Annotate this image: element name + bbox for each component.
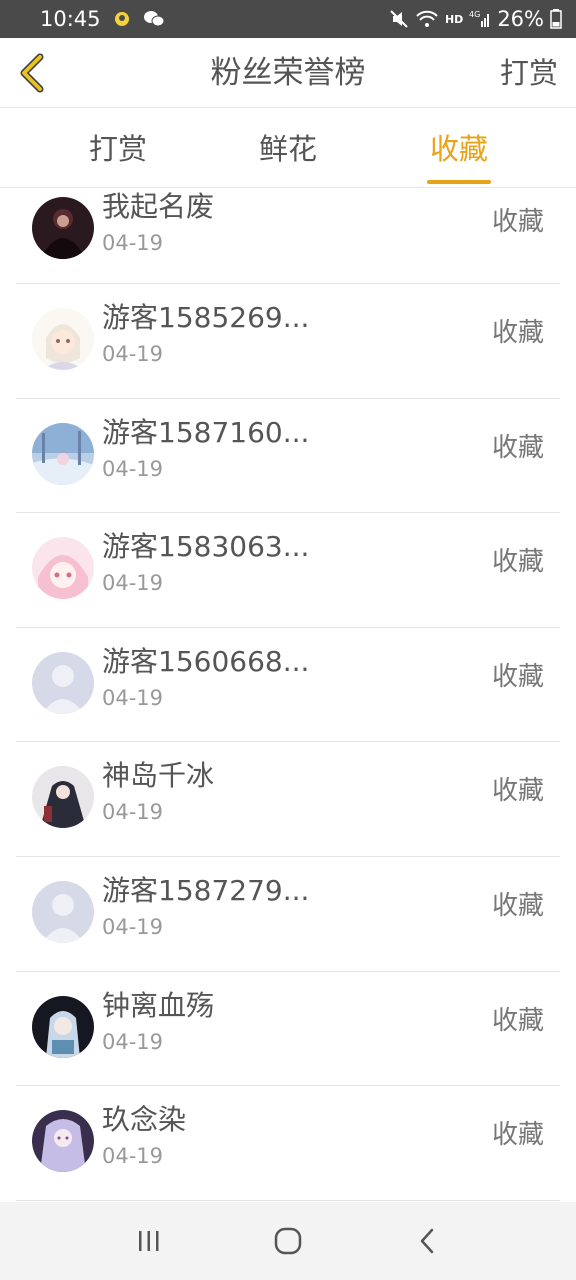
- avatar: [32, 651, 94, 714]
- action-label: 收藏: [491, 1005, 544, 1036]
- list-item[interactable]: 我起名废 04-19 收藏: [16, 188, 560, 284]
- user-name: 我起名废: [102, 190, 215, 223]
- action-label: 收藏: [491, 432, 544, 463]
- list-item[interactable]: 钟离血殇 04-19 收藏: [16, 972, 560, 1087]
- tab-label: 鲜花: [258, 132, 317, 166]
- list-item[interactable]: 游客1583063... 04-19 收藏: [16, 513, 560, 628]
- avatar: [32, 766, 94, 829]
- user-name: 游客1583063...: [102, 530, 310, 564]
- avatar: [32, 1110, 94, 1173]
- app-header: 粉丝荣誉榜 打赏: [0, 38, 576, 108]
- system-back-button[interactable]: [397, 1211, 457, 1271]
- mute-icon: [389, 9, 409, 29]
- action-label: 收藏: [491, 547, 544, 578]
- notification-app-icon: [113, 10, 131, 28]
- list-item[interactable]: 游客1585269... 04-19 收藏: [16, 284, 560, 399]
- tab-reward[interactable]: 打赏: [63, 108, 173, 188]
- action-label: 收藏: [491, 776, 544, 807]
- home-button[interactable]: [258, 1211, 318, 1271]
- user-date: 04-19: [102, 571, 164, 596]
- user-date: 04-19: [102, 342, 164, 366]
- home-icon: [274, 1227, 302, 1255]
- user-date: 04-19: [102, 1144, 164, 1169]
- tab-bar: 打赏 鲜花 收藏: [0, 108, 576, 188]
- avatar: [32, 995, 94, 1058]
- action-label: 收藏: [491, 207, 544, 237]
- user-date: 04-19: [102, 914, 164, 939]
- avatar: [32, 197, 94, 259]
- wechat-icon: [143, 10, 165, 28]
- user-date: 04-19: [102, 685, 164, 710]
- status-time: 10:45: [40, 7, 101, 31]
- list-item[interactable]: 游客1587279... 04-19 收藏: [16, 857, 560, 972]
- user-date: 04-19: [102, 800, 164, 825]
- reward-button[interactable]: 打赏: [500, 38, 558, 108]
- wifi-icon: [415, 9, 439, 29]
- user-name: 神岛千冰: [102, 759, 215, 793]
- action-label: 收藏: [491, 890, 544, 921]
- svg-text:4G: 4G: [469, 10, 480, 19]
- list-item[interactable]: 神岛千冰 04-19 收藏: [16, 742, 560, 857]
- active-tab-indicator: [427, 180, 491, 184]
- default-user-icon: [32, 880, 94, 943]
- cell-signal-icon: 4G: [469, 9, 491, 29]
- user-name: 游客1587160...: [102, 415, 310, 449]
- avatar: [32, 537, 94, 600]
- user-name: 游客1585269...: [102, 301, 310, 334]
- list-item[interactable]: 游客1587160... 04-19 收藏: [16, 399, 560, 514]
- user-date: 04-19: [102, 1029, 164, 1054]
- avatar: [32, 880, 94, 943]
- battery-percent: 26%: [497, 7, 544, 31]
- hd-indicator: HD: [444, 12, 464, 26]
- user-name: 游客1560668...: [102, 644, 310, 678]
- tab-label: 打赏: [88, 132, 147, 166]
- tab-label: 收藏: [429, 132, 488, 166]
- battery-icon: [550, 9, 562, 29]
- recent-apps-icon: [139, 1231, 159, 1251]
- avatar: [32, 422, 94, 485]
- action-label: 收藏: [491, 318, 544, 348]
- avatar: [32, 308, 94, 370]
- tab-flowers[interactable]: 鲜花: [233, 108, 343, 188]
- user-date: 04-19: [102, 456, 164, 481]
- user-name: 玖念染: [102, 1103, 187, 1137]
- fan-list[interactable]: 我起名废 04-19 收藏 游客1585269... 04-19 收藏 游客15…: [0, 188, 576, 1202]
- page-title: 粉丝荣誉榜: [210, 55, 366, 91]
- system-nav-bar: [0, 1202, 576, 1280]
- user-name: 游客1587279...: [102, 873, 310, 907]
- recent-apps-button[interactable]: [119, 1211, 179, 1271]
- tab-favorites[interactable]: 收藏: [404, 108, 514, 188]
- user-date: 04-19: [102, 231, 164, 255]
- list-item[interactable]: 玖念染 04-19 收藏: [16, 1086, 560, 1201]
- user-name: 钟离血殇: [102, 988, 215, 1022]
- action-label: 收藏: [491, 661, 544, 692]
- back-icon: [420, 1228, 433, 1254]
- list-item[interactable]: 游客1560668... 04-19 收藏: [16, 628, 560, 743]
- action-label: 收藏: [491, 1120, 544, 1151]
- default-user-icon: [32, 651, 94, 714]
- status-bar: 10:45 HD 4G 26%: [0, 0, 576, 38]
